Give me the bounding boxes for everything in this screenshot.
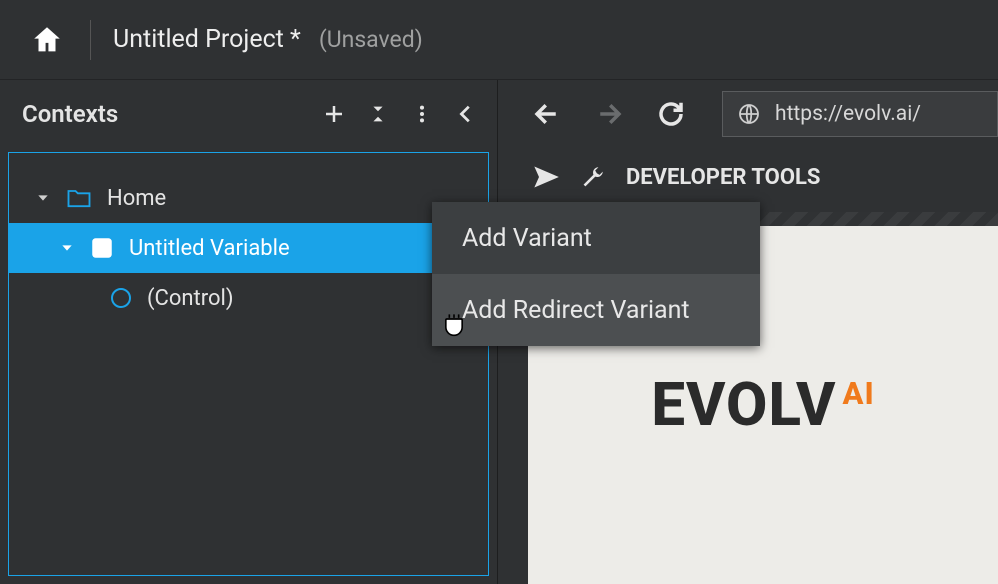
contexts-header: Contexts bbox=[0, 80, 497, 148]
contexts-panel: Contexts bbox=[0, 80, 498, 584]
more-button[interactable] bbox=[403, 95, 441, 133]
url-bar[interactable]: https://evolv.ai/ bbox=[722, 91, 998, 137]
tree-row-variable[interactable]: Untitled Variable bbox=[9, 223, 488, 273]
back-button[interactable] bbox=[526, 93, 568, 135]
menu-add-redirect-variant[interactable]: Add Redirect Variant bbox=[432, 274, 760, 346]
reload-button[interactable] bbox=[650, 93, 692, 135]
collapse-icon bbox=[367, 103, 389, 125]
menu-label: Add Redirect Variant bbox=[462, 296, 690, 325]
kebab-icon bbox=[411, 103, 433, 125]
contexts-tree: Home Untitled Variable (Control) bbox=[8, 152, 489, 576]
globe-icon bbox=[737, 102, 761, 126]
topbar: Untitled Project * (Unsaved) bbox=[0, 0, 998, 80]
collapse-all-button[interactable] bbox=[359, 95, 397, 133]
caret-down-icon bbox=[35, 190, 51, 206]
variable-context-menu: Add Variant Add Redirect Variant bbox=[432, 202, 760, 346]
variable-icon bbox=[89, 235, 115, 261]
control-icon bbox=[109, 286, 133, 310]
devtools-label: DEVELOPER TOOLS bbox=[626, 165, 820, 190]
arrow-left-icon bbox=[532, 99, 562, 129]
topbar-divider bbox=[90, 20, 91, 60]
home-button[interactable] bbox=[22, 15, 72, 65]
browser-nav: https://evolv.ai/ bbox=[498, 80, 998, 148]
add-context-button[interactable] bbox=[315, 95, 353, 133]
tree-row-control[interactable]: (Control) bbox=[9, 273, 488, 323]
hide-panel-button[interactable] bbox=[447, 95, 485, 133]
tree-label: (Control) bbox=[147, 286, 234, 311]
arrow-right-icon bbox=[594, 99, 624, 129]
project-title: Untitled Project * bbox=[113, 25, 301, 54]
evolv-logo: EVOLVAI bbox=[651, 375, 874, 435]
project-status: (Unsaved) bbox=[319, 26, 423, 53]
tree-row-home[interactable]: Home bbox=[9, 173, 488, 223]
contexts-actions bbox=[315, 95, 485, 133]
menu-add-variant[interactable]: Add Variant bbox=[432, 202, 760, 274]
send-icon bbox=[532, 163, 560, 191]
caret-down-icon bbox=[59, 240, 75, 256]
tree-label: Untitled Variable bbox=[129, 236, 290, 261]
logo-main: EVOLV bbox=[651, 369, 836, 440]
plus-icon bbox=[322, 102, 346, 126]
devtools-row[interactable]: DEVELOPER TOOLS bbox=[498, 148, 998, 206]
reload-icon bbox=[656, 99, 686, 129]
url-text: https://evolv.ai/ bbox=[775, 102, 921, 126]
menu-label: Add Variant bbox=[462, 224, 592, 253]
tree-label: Home bbox=[107, 186, 166, 211]
logo-ai: AI bbox=[842, 375, 874, 412]
contexts-title: Contexts bbox=[22, 100, 315, 128]
folder-icon bbox=[65, 184, 93, 212]
forward-button[interactable] bbox=[588, 93, 630, 135]
home-icon bbox=[30, 23, 64, 57]
chevron-left-icon bbox=[455, 103, 477, 125]
wrench-icon bbox=[580, 164, 606, 190]
